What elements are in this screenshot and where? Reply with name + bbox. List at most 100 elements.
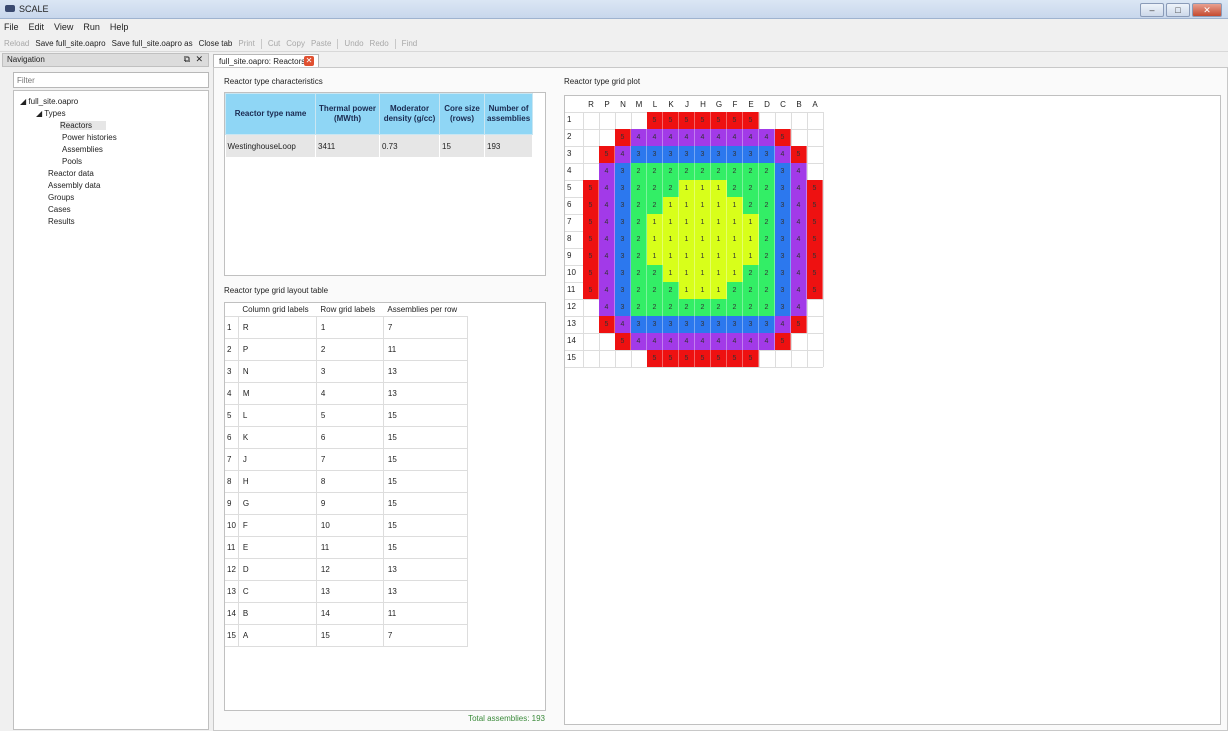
assembly-cell[interactable]: 2 (647, 282, 663, 299)
assembly-cell[interactable]: 1 (647, 214, 663, 231)
assembly-cell[interactable]: 4 (647, 333, 663, 350)
assembly-cell[interactable]: 1 (679, 214, 695, 231)
cell-thermal-power[interactable]: 3411 (315, 134, 380, 157)
table-row[interactable]: WestinghouseLoop 3411 0.73 15 193 (225, 134, 534, 157)
assembly-cell[interactable]: 3 (615, 299, 631, 316)
assembly-cell[interactable]: 2 (663, 282, 679, 299)
assembly-cell[interactable]: 5 (807, 248, 823, 265)
assembly-cell[interactable]: 2 (743, 299, 759, 316)
undo-button[interactable]: Undo (344, 39, 363, 48)
assembly-cell[interactable]: 5 (647, 350, 663, 367)
assembly-cell[interactable]: 2 (695, 163, 711, 180)
cell-row-label[interactable]: 15 (316, 624, 384, 647)
table-row[interactable]: 13 C 13 13 (225, 580, 468, 603)
assembly-cell[interactable]: 2 (631, 248, 647, 265)
assembly-cell[interactable]: 3 (695, 316, 711, 333)
assembly-cell[interactable]: 2 (631, 265, 647, 282)
assembly-cell[interactable]: 5 (743, 112, 759, 129)
assembly-cell[interactable]: 3 (663, 146, 679, 163)
assembly-cell[interactable]: 3 (711, 316, 727, 333)
assembly-cell[interactable]: 5 (583, 248, 599, 265)
assembly-cell[interactable]: 1 (711, 214, 727, 231)
tab-reactors[interactable]: full_site.oapro: Reactors ✕ (213, 54, 319, 67)
find-button[interactable]: Find (402, 39, 418, 48)
cell-row-label[interactable]: 14 (316, 602, 384, 625)
assembly-cell[interactable]: 2 (743, 282, 759, 299)
assembly-cell[interactable]: 5 (663, 350, 679, 367)
row-number[interactable]: 4 (225, 382, 239, 405)
float-panel-icon[interactable]: ⧉ (184, 54, 190, 65)
row-number[interactable]: 10 (225, 514, 239, 537)
assembly-cell[interactable]: 2 (759, 299, 775, 316)
cell-assemblies-per-row[interactable]: 13 (383, 580, 468, 603)
assembly-cell[interactable]: 1 (679, 231, 695, 248)
cell-column-label[interactable]: G (238, 492, 317, 515)
assembly-cell[interactable]: 4 (695, 129, 711, 146)
collapse-arrow-icon[interactable]: ◢ (20, 97, 26, 106)
cell-column-label[interactable]: J (238, 448, 317, 471)
assembly-cell[interactable]: 4 (599, 180, 615, 197)
assembly-cell[interactable]: 5 (727, 350, 743, 367)
assembly-cell[interactable]: 5 (807, 214, 823, 231)
assembly-cell[interactable]: 5 (663, 112, 679, 129)
assembly-cell[interactable]: 1 (727, 248, 743, 265)
assembly-cell[interactable]: 3 (647, 316, 663, 333)
cell-column-label[interactable]: C (238, 580, 317, 603)
close-panel-icon[interactable]: ✕ (195, 54, 203, 65)
assembly-cell[interactable]: 2 (679, 163, 695, 180)
assembly-cell[interactable]: 4 (727, 129, 743, 146)
row-number[interactable]: 3 (225, 360, 239, 383)
assembly-cell[interactable]: 5 (807, 197, 823, 214)
assembly-cell[interactable]: 2 (759, 214, 775, 231)
header-assemblies-per-row[interactable]: Assemblies per row (383, 303, 468, 317)
assembly-cell[interactable]: 5 (679, 112, 695, 129)
assembly-cell[interactable]: 1 (743, 231, 759, 248)
assembly-cell[interactable]: 2 (631, 282, 647, 299)
assembly-cell[interactable]: 2 (743, 180, 759, 197)
assembly-cell[interactable]: 1 (711, 197, 727, 214)
assembly-cell[interactable]: 1 (695, 231, 711, 248)
assembly-cell[interactable]: 5 (807, 265, 823, 282)
row-number[interactable]: 7 (225, 448, 239, 471)
assembly-cell[interactable]: 1 (695, 248, 711, 265)
assembly-cell[interactable]: 2 (727, 282, 743, 299)
assembly-cell[interactable]: 3 (679, 146, 695, 163)
assembly-cell[interactable]: 1 (695, 265, 711, 282)
assembly-cell[interactable]: 3 (615, 265, 631, 282)
assembly-cell[interactable]: 2 (663, 163, 679, 180)
assembly-cell[interactable]: 1 (727, 265, 743, 282)
cell-row-label[interactable]: 8 (316, 470, 384, 493)
assembly-cell[interactable]: 5 (791, 146, 807, 163)
table-row[interactable]: 8 H 8 15 (225, 470, 468, 493)
copy-button[interactable]: Copy (286, 39, 305, 48)
tree-item-assembly-data[interactable]: Assembly data (48, 181, 100, 190)
tree-item-assemblies[interactable]: Assemblies (62, 145, 103, 154)
assembly-cell[interactable]: 2 (647, 197, 663, 214)
assembly-cell[interactable]: 1 (663, 248, 679, 265)
assembly-cell[interactable]: 5 (711, 112, 727, 129)
assembly-cell[interactable]: 2 (759, 197, 775, 214)
assembly-cell[interactable]: 1 (679, 180, 695, 197)
table-row[interactable]: 15 A 15 7 (225, 624, 468, 647)
assembly-cell[interactable]: 5 (583, 214, 599, 231)
collapse-arrow-icon[interactable]: ◢ (36, 109, 42, 118)
row-number[interactable]: 6 (225, 426, 239, 449)
cell-row-label[interactable]: 2 (316, 338, 384, 361)
assembly-cell[interactable]: 1 (647, 248, 663, 265)
assembly-cell[interactable]: 3 (775, 248, 791, 265)
cell-assemblies-per-row[interactable]: 15 (383, 426, 468, 449)
assembly-cell[interactable]: 1 (679, 265, 695, 282)
header-reactor-type-name[interactable]: Reactor type name (225, 93, 316, 135)
assembly-cell[interactable]: 2 (727, 180, 743, 197)
save-as-button[interactable]: Save full_site.oapro as (112, 39, 193, 48)
filter-field[interactable] (13, 72, 209, 88)
cell-column-label[interactable]: D (238, 558, 317, 581)
assembly-cell[interactable]: 4 (615, 316, 631, 333)
cell-column-label[interactable]: B (238, 602, 317, 625)
assembly-cell[interactable]: 3 (775, 265, 791, 282)
menu-run[interactable]: Run (83, 22, 100, 32)
header-number-of-assemblies[interactable]: Number of assemblies (483, 93, 534, 135)
tree-item-reactor-data[interactable]: Reactor data (48, 169, 94, 178)
menu-file[interactable]: File (4, 22, 19, 32)
assembly-cell[interactable]: 3 (743, 316, 759, 333)
